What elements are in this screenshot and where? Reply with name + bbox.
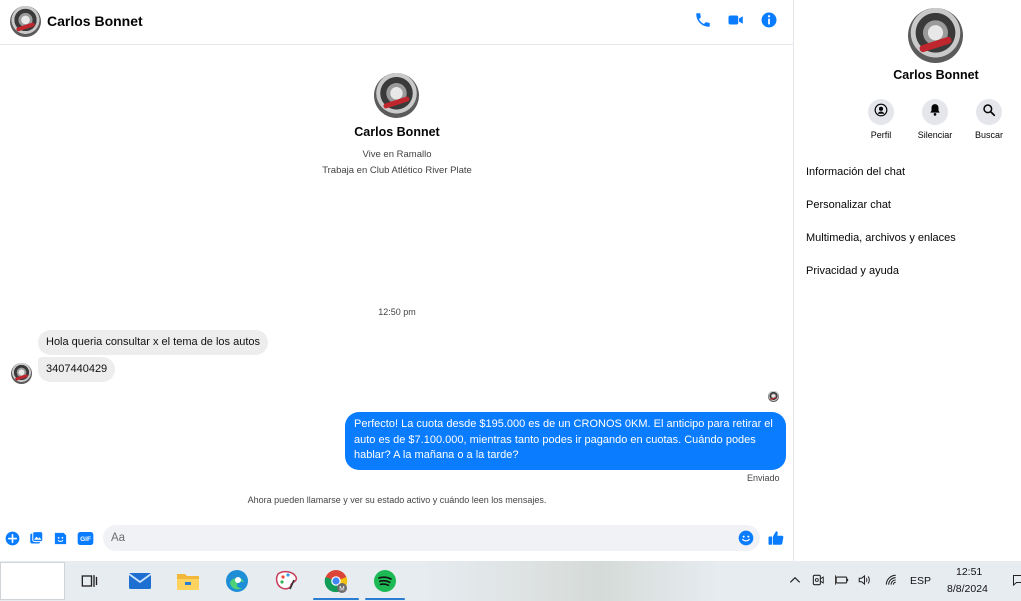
composer: GIF <box>0 524 794 554</box>
incoming-message[interactable]: 3407440429 <box>38 357 116 382</box>
image-icon[interactable] <box>29 531 44 546</box>
emoji-icon[interactable] <box>738 530 754 546</box>
battery-icon[interactable] <box>834 573 849 587</box>
menu-media-files-links[interactable]: Multimedia, archivos y enlaces <box>806 232 956 244</box>
system-note: Ahora pueden llamarse y ver su estado ac… <box>247 495 547 505</box>
message-input[interactable] <box>103 525 760 551</box>
paint-icon[interactable] <box>275 569 299 593</box>
show-hidden-icons-chevron-icon[interactable] <box>788 573 802 587</box>
chat-pane: Carlos Bonnet Carlos Bonnet Vive en Rama… <box>0 0 794 561</box>
menu-chat-info[interactable]: Información del chat <box>806 166 905 178</box>
messenger-window: Carlos Bonnet Carlos Bonnet Vive en Rama… <box>0 0 1021 561</box>
menu-privacy-help[interactable]: Privacidad y ayuda <box>806 265 899 277</box>
sender-avatar <box>11 363 32 384</box>
search-button[interactable]: Buscar <box>959 99 1019 140</box>
plus-icon[interactable] <box>5 531 20 546</box>
intro-work: Trabaja en Club Atlético River Plate <box>322 165 472 176</box>
sent-status: Enviado <box>747 473 780 483</box>
profile-label: Perfil <box>870 130 892 140</box>
task-view-icon[interactable] <box>77 569 101 593</box>
volume-icon[interactable] <box>857 573 871 587</box>
wifi-icon[interactable] <box>884 573 898 587</box>
search-label: Buscar <box>974 130 1003 140</box>
intro-name: Carlos Bonnet <box>354 125 440 139</box>
taskbar-wallpaper-peek <box>420 561 720 601</box>
mute-button[interactable]: Silenciar <box>905 99 965 140</box>
edge-icon[interactable] <box>225 569 249 593</box>
file-explorer-icon[interactable] <box>176 569 200 593</box>
search-icon <box>982 103 996 122</box>
message-timestamp: 12:50 pm <box>378 307 416 317</box>
gif-icon[interactable]: GIF <box>77 531 94 546</box>
contact-avatar[interactable] <box>10 6 41 37</box>
incoming-message[interactable]: Hola queria consultar x el tema de los a… <box>38 330 269 355</box>
intro-location: Vive en Ramallo <box>362 149 432 160</box>
taskbar-search-box[interactable] <box>0 562 65 600</box>
menu-customize-chat[interactable]: Personalizar chat <box>806 199 891 211</box>
outgoing-message[interactable]: Perfecto! La cuota desde $195.000 es de … <box>345 412 786 470</box>
language-indicator[interactable]: ESP <box>910 575 931 587</box>
meet-now-icon[interactable] <box>811 573 825 587</box>
svg-text:GIF: GIF <box>80 536 91 543</box>
chrome-icon[interactable]: M <box>324 569 348 593</box>
svg-text:M: M <box>339 586 344 593</box>
profile-button[interactable]: Perfil <box>851 99 911 140</box>
spotify-icon[interactable] <box>373 569 397 593</box>
mail-icon[interactable] <box>128 569 152 593</box>
running-app-indicator <box>365 598 405 600</box>
chat-info-pane: Carlos Bonnet Perfil Silenciar Buscar In… <box>795 0 1021 561</box>
chat-header: Carlos Bonnet <box>0 0 794 45</box>
video-call-icon[interactable] <box>727 11 745 29</box>
info-icon[interactable] <box>760 11 778 29</box>
info-name: Carlos Bonnet <box>893 68 979 82</box>
active-app-indicator <box>313 598 359 600</box>
notification-icon[interactable] <box>1012 573 1021 587</box>
sticker-icon[interactable] <box>53 531 68 546</box>
windows-taskbar: M ESP 12:51 8/8/2024 <box>0 561 1021 601</box>
clock-time[interactable]: 12:51 <box>956 566 982 578</box>
profile-icon <box>874 103 888 122</box>
contact-name[interactable]: Carlos Bonnet <box>47 13 143 29</box>
thumbs-up-icon[interactable] <box>767 529 785 547</box>
mute-label: Silenciar <box>917 130 953 140</box>
info-avatar <box>908 8 963 63</box>
phone-icon[interactable] <box>694 11 712 29</box>
bell-icon <box>928 103 942 122</box>
clock-date[interactable]: 8/8/2024 <box>947 583 988 595</box>
intro-avatar <box>374 73 419 118</box>
seen-indicator-avatar <box>768 391 779 402</box>
